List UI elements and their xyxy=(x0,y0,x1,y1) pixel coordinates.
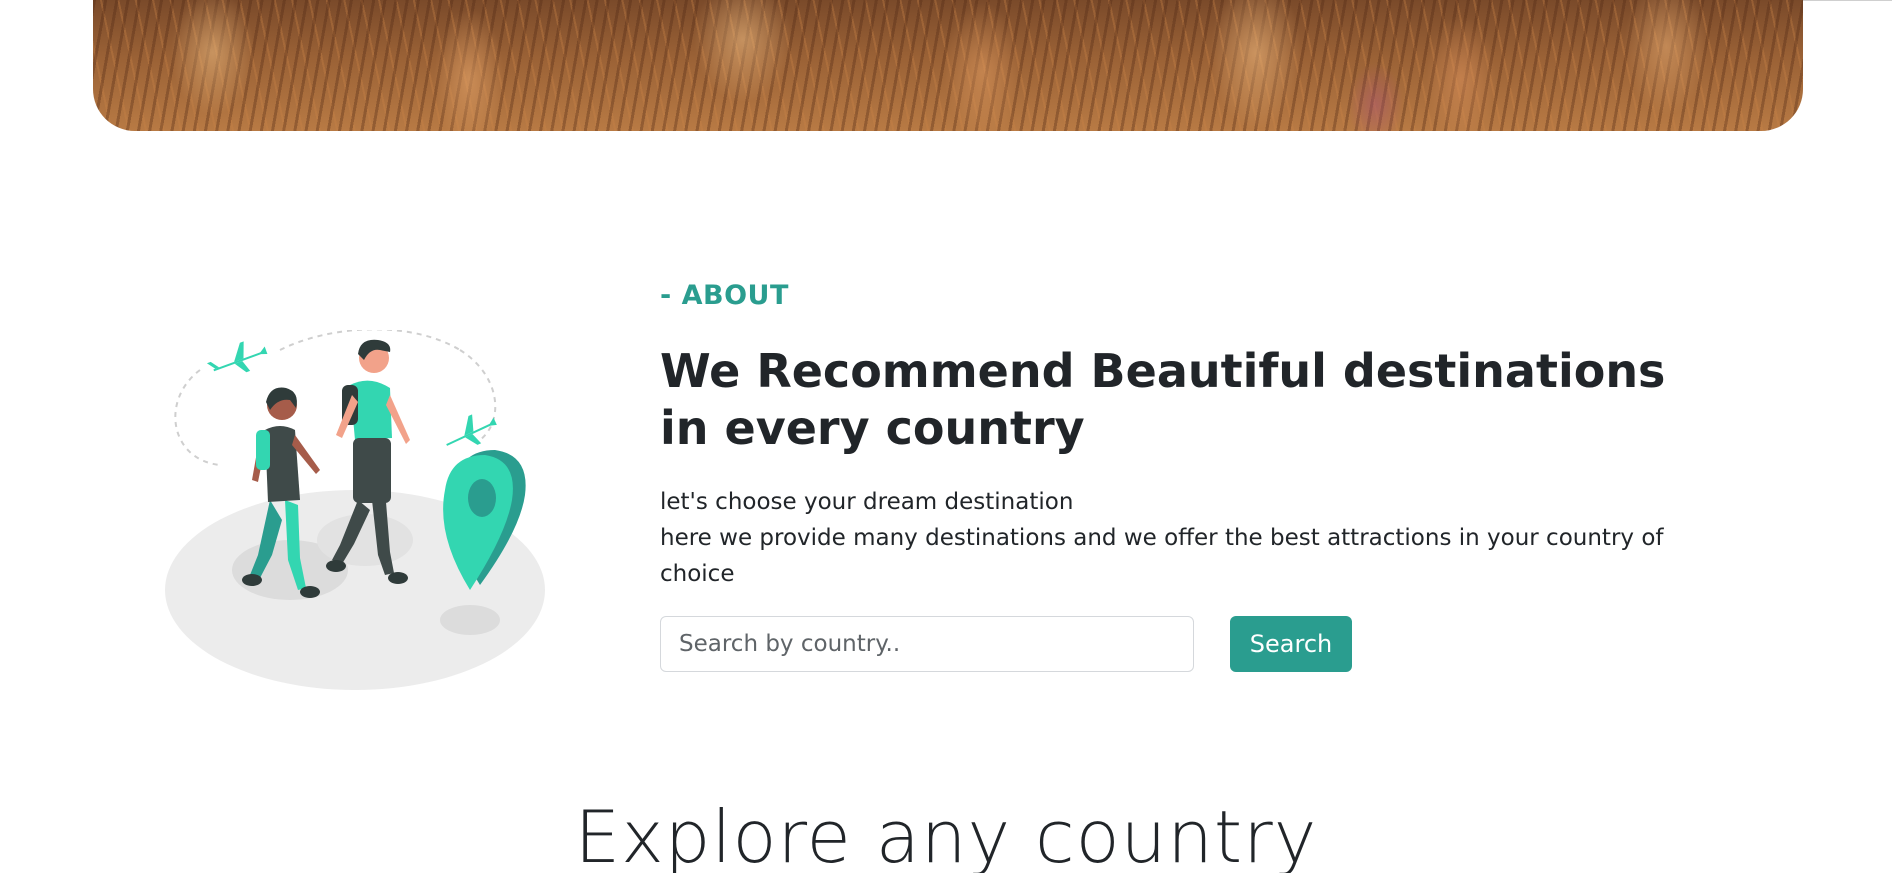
page: - ABOUT We Recommend Beautiful destinati… xyxy=(0,0,1892,873)
about-title: We Recommend Beautiful destinations in e… xyxy=(660,344,1666,455)
hero-image xyxy=(93,0,1803,131)
country-search-input[interactable] xyxy=(660,616,1194,672)
search-button[interactable]: Search xyxy=(1230,616,1352,672)
travelers-illustration xyxy=(165,330,545,690)
explore-title: Explore any country xyxy=(574,795,1318,873)
about-description: let's choose your dream destination here… xyxy=(660,484,1720,592)
divider xyxy=(1803,0,1892,1)
about-tag: - ABOUT xyxy=(660,280,789,311)
about-text-line-2: here we provide many destinations and we… xyxy=(660,525,1664,587)
about-text-line-1: let's choose your dream destination xyxy=(660,489,1074,515)
